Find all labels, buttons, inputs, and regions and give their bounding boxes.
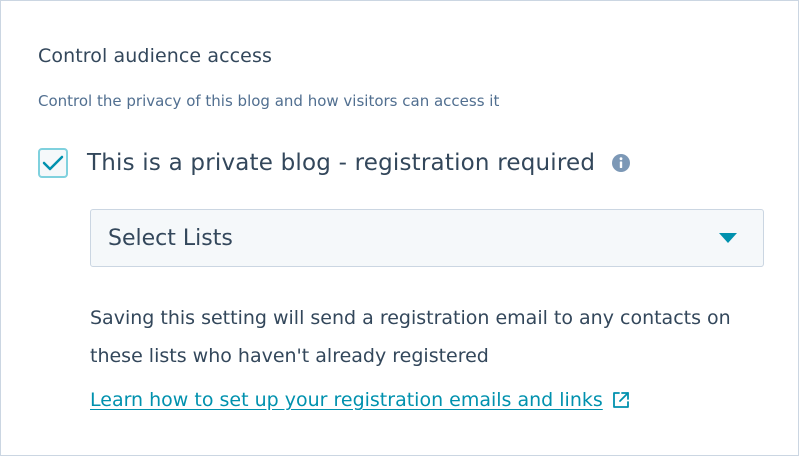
select-lists-dropdown[interactable]: Select Lists (90, 209, 764, 267)
registration-help-text: Saving this setting will send a registra… (90, 307, 731, 367)
external-link-icon[interactable] (611, 390, 631, 410)
section-title: Control audience access (38, 45, 272, 67)
private-blog-checkbox[interactable] (38, 148, 68, 178)
audience-access-panel: Control audience access Control the priv… (0, 0, 799, 456)
select-lists-value: Select Lists (108, 225, 233, 251)
info-icon[interactable] (611, 153, 631, 173)
check-icon (42, 155, 64, 171)
learn-registration-link[interactable]: Learn how to set up your registration em… (90, 389, 603, 411)
learn-link-row: Learn how to set up your registration em… (90, 389, 631, 411)
caret-down-icon (719, 233, 737, 243)
private-blog-label[interactable]: This is a private blog - registration re… (87, 150, 595, 176)
private-blog-option: This is a private blog - registration re… (38, 145, 631, 181)
section-subtitle: Control the privacy of this blog and how… (38, 92, 500, 110)
